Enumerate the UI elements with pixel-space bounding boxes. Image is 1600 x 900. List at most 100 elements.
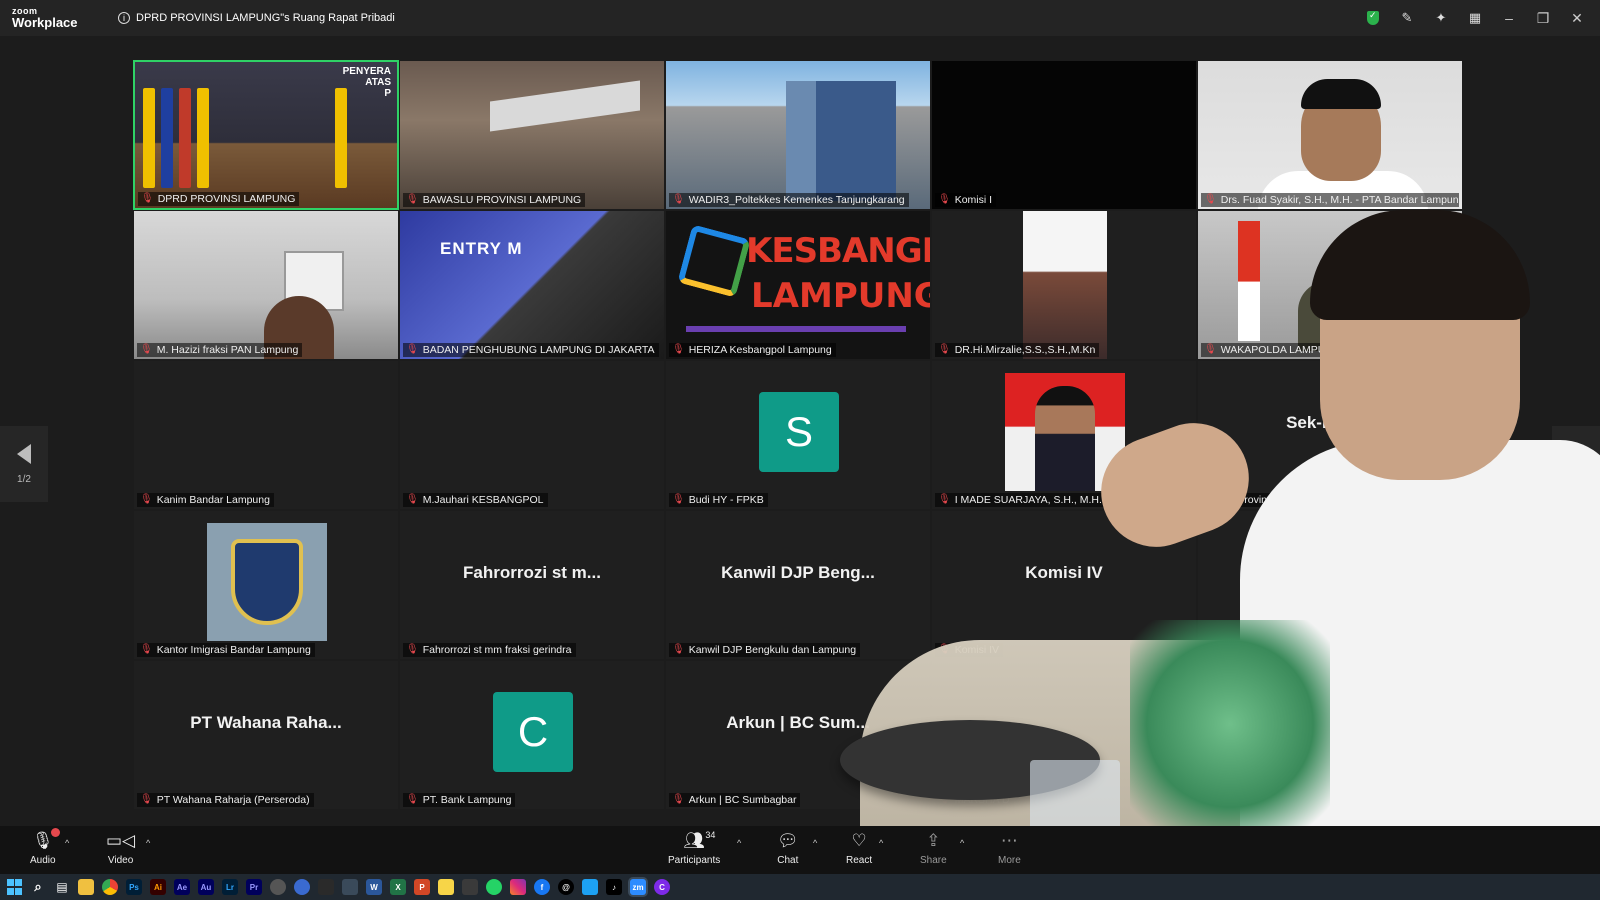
photoshop-icon[interactable]: Ps: [126, 879, 142, 895]
next-page-button[interactable]: 1/2: [1552, 426, 1600, 502]
search-icon[interactable]: ⌕: [30, 879, 46, 895]
restore-icon[interactable]: ❐: [1536, 10, 1550, 27]
participants-button[interactable]: 👥︎ 34 Participants: [668, 830, 720, 866]
audio-options-caret[interactable]: ^: [65, 830, 69, 848]
app-icon[interactable]: [318, 879, 334, 895]
illustrator-icon[interactable]: Ai: [150, 879, 166, 895]
mic-muted-icon: 🎙︎: [1204, 194, 1217, 205]
more-button[interactable]: ⋯ More: [998, 830, 1021, 866]
chat-button[interactable]: 💬︎ Chat: [777, 830, 799, 866]
participant-tile[interactable]: PENYERA ATAS P 🎙︎ DPRD PROVINSI LAMPUNG: [133, 60, 399, 210]
whatsapp-icon[interactable]: [486, 879, 502, 895]
powerpoint-icon[interactable]: P: [414, 879, 430, 895]
participant-tile[interactable]: 🎙︎ MARSHA D: [931, 660, 1197, 810]
gallery-view-icon[interactable]: ▦: [1468, 10, 1482, 25]
mic-muted-icon: 🎙︎: [672, 344, 685, 355]
zoom-icon[interactable]: zm: [630, 879, 646, 895]
windows-start-icon[interactable]: [6, 879, 22, 895]
participant-tile[interactable]: 🎙︎ DR.Hi.Mirzalie,S.S.,S.H.,M.Kn: [931, 210, 1197, 360]
previous-page-button[interactable]: 1/2: [0, 426, 48, 502]
share-button[interactable]: ⇪ Share: [920, 830, 947, 866]
video-options-caret[interactable]: ^: [146, 830, 150, 848]
participant-tile[interactable]: 🎙︎ M.Jauhari KESBANGPOL: [399, 360, 665, 510]
audition-icon[interactable]: Au: [198, 879, 214, 895]
participant-tile[interactable]: Kanwil DJP Beng... 🎙︎ Kanwil DJP Bengkulu…: [665, 510, 931, 660]
brand-workplace-text: Workplace: [12, 15, 78, 30]
chrome-icon[interactable]: [102, 879, 118, 895]
app-icon[interactable]: [342, 879, 358, 895]
app-icon[interactable]: [294, 879, 310, 895]
twitter-icon[interactable]: [582, 879, 598, 895]
share-options-caret[interactable]: ^: [960, 830, 964, 848]
participant-display-name: Arkun | BC Sum...: [726, 713, 870, 732]
participant-tile[interactable]: 🎙︎ Drs. Fuad Syakir, S.H., M.H. - PTA Ban…: [1197, 60, 1463, 210]
participant-tile[interactable]: Fahrorrozi st m... 🎙︎ Fahrorrozi st mm fr…: [399, 510, 665, 660]
facebook-icon[interactable]: f: [534, 879, 550, 895]
participant-display-name: Komisi IV: [1025, 563, 1103, 582]
ai-companion-icon[interactable]: ✎: [1400, 10, 1414, 25]
audio-button[interactable]: 🎙︎ Audio: [30, 828, 60, 866]
mic-muted-icon: 🎙︎: [938, 194, 951, 205]
participant-name-label: 🎙︎ Drs. Fuad Syakir, S.H., M.H. - PTA Ban…: [1201, 193, 1459, 207]
lightroom-icon[interactable]: Lr: [222, 879, 238, 895]
meeting-info[interactable]: i DPRD PROVINSI LAMPUNG"s Ruang Rapat Pr…: [118, 12, 395, 24]
app-icon[interactable]: [270, 879, 286, 895]
participant-tile[interactable]: 🎙︎ Komisi I: [931, 60, 1197, 210]
task-view-icon[interactable]: ▤: [54, 879, 70, 895]
participant-name: WADIR3_Poltekkes Kemenkes Tanjungkarang: [688, 194, 905, 206]
participant-tile[interactable]: 🎙︎ I MADE SUARJAYA, S.H., M.H.,A: [931, 360, 1197, 510]
security-shield-icon[interactable]: [1366, 10, 1380, 25]
participant-name-label: 🎙︎ BADAN PENGHUBUNG LAMPUNG DI JAKARTA: [403, 343, 659, 357]
threads-icon[interactable]: @: [558, 879, 574, 895]
calculator-icon[interactable]: [462, 879, 478, 895]
mic-muted-icon: 🎙︎: [672, 494, 685, 505]
participant-name: k-KPU Provinsi Lamp: [1204, 494, 1304, 506]
word-icon[interactable]: W: [366, 879, 382, 895]
minimize-icon[interactable]: –: [1502, 10, 1516, 26]
participant-tile[interactable]: 🎙︎ M. Hazizi fraksi PAN Lampung: [133, 210, 399, 360]
participant-tile[interactable]: ENTRY M 🎙︎ BADAN PENGHUBUNG LAMPUNG DI JA…: [399, 210, 665, 360]
participant-tile[interactable]: S 🎙︎ Budi HY - FPKB: [665, 360, 931, 510]
participant-name-label: 🎙︎ WADIR3_Poltekkes Kemenkes Tanjungkaran…: [669, 193, 909, 207]
canva-icon[interactable]: C: [654, 879, 670, 895]
sparkle-icon[interactable]: ✦: [1434, 10, 1448, 25]
participant-name-label: 🎙︎ BAWASLU PROVINSI LAMPUNG: [403, 193, 586, 207]
participant-name-label: 🎙︎ DR.Hi.Mirzalie,S.S.,S.H.,M.Kn: [935, 343, 1100, 357]
page-indicator: 1/2: [1569, 473, 1583, 485]
participant-tile[interactable]: 🎙︎ BAWASLU PROVINSI LAMPUNG: [399, 60, 665, 210]
close-icon[interactable]: ✕: [1570, 10, 1584, 27]
participant-tile[interactable]: Sek-KPU P k-KPU Provinsi Lamp: [1197, 360, 1463, 510]
mic-muted-icon: 🎙︎: [938, 494, 951, 505]
participant-tile[interactable]: 🎙︎ Kanim Bandar Lampung: [133, 360, 399, 510]
after-effects-icon[interactable]: Ae: [174, 879, 190, 895]
participant-tile[interactable]: Komisi IV 🎙︎ Komisi IV: [931, 510, 1197, 660]
zoom-logo: zoom Workplace: [12, 7, 102, 30]
react-button[interactable]: ♡ React: [846, 830, 872, 866]
participant-tile[interactable]: C 🎙︎ PT. Bank Lampung: [399, 660, 665, 810]
participant-tile[interactable]: KESBANGPOL LAMPUNG 🎙︎HERIZA Kesbangpol L…: [665, 210, 931, 360]
participant-tile[interactable]: 🎙︎ WAKAPOLDA LAMPUNG: [1197, 210, 1463, 360]
participant-name: Budi HY - FPKB: [688, 494, 764, 506]
participant-tile[interactable]: [1197, 510, 1463, 660]
arrow-right-icon: [1569, 443, 1583, 464]
participant-tile[interactable]: 🎙︎ Kantor Imigrasi Bandar Lampung: [133, 510, 399, 660]
participant-tile[interactable]: 🎙︎ WADIR3_Poltekkes Kemenkes Tanjungkaran…: [665, 60, 931, 210]
premiere-icon[interactable]: Pr: [246, 879, 262, 895]
participant-name: Kantor Imigrasi Bandar Lampung: [156, 644, 311, 656]
instagram-icon[interactable]: [510, 879, 526, 895]
info-icon[interactable]: i: [118, 12, 130, 24]
react-options-caret[interactable]: ^: [879, 830, 883, 848]
participant-tile[interactable]: [1197, 660, 1463, 810]
participants-options-caret[interactable]: ^: [737, 830, 741, 848]
kesbangpol-logo-icon: [677, 224, 751, 298]
video-feed: [1198, 61, 1462, 209]
participant-tile[interactable]: PT Wahana Raha... 🎙︎ PT Wahana Raharja (P…: [133, 660, 399, 810]
tiktok-icon[interactable]: ♪: [606, 879, 622, 895]
excel-icon[interactable]: X: [390, 879, 406, 895]
participant-tile[interactable]: Arkun | BC Sum... 🎙︎ Arkun | BC Sumbagbar: [665, 660, 931, 810]
sticky-notes-icon[interactable]: [438, 879, 454, 895]
mic-muted-icon: 🎙︎: [672, 794, 685, 805]
chat-options-caret[interactable]: ^: [813, 830, 817, 848]
video-button[interactable]: ▭◁ Video: [106, 830, 135, 866]
file-explorer-icon[interactable]: [78, 879, 94, 895]
